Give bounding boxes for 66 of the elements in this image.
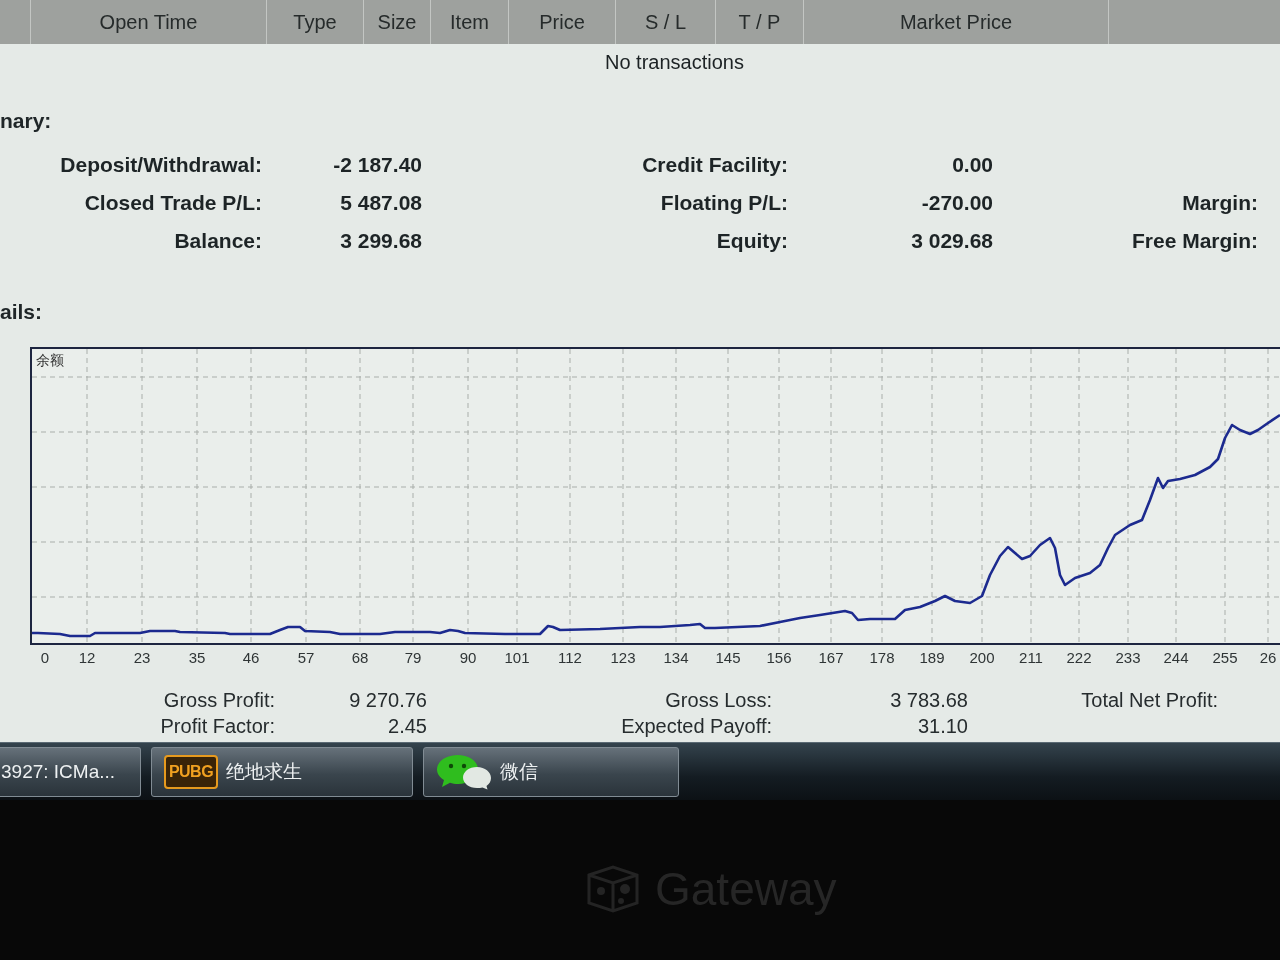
axis-label: 156 <box>766 649 792 666</box>
field-label: Expected Payoff: <box>621 714 772 738</box>
field-label: Balance: <box>174 229 262 253</box>
taskbar-button[interactable]: 微信 <box>423 746 679 797</box>
field-value: 2.45 <box>388 714 427 738</box>
column-header: Market Price <box>804 0 1109 44</box>
axis-label: 90 <box>459 649 477 666</box>
axis-label: 23 <box>133 649 151 666</box>
field-value: 0.00 <box>952 153 993 177</box>
field-value: -2 187.40 <box>333 153 422 177</box>
taskbar-button[interactable]: 3927: ICMa... <box>0 746 141 797</box>
axis-label: 167 <box>818 649 844 666</box>
field-value: -270.00 <box>921 191 993 215</box>
axis-label: 255 <box>1212 649 1238 666</box>
field-label: Deposit/Withdrawal: <box>60 153 262 177</box>
column-header: Size <box>364 0 431 44</box>
axis-label: 57 <box>297 649 315 666</box>
axis-label: 189 <box>919 649 945 666</box>
field-label: Gross Profit: <box>163 688 275 712</box>
field-value: 3 299.68 <box>340 229 422 253</box>
axis-label: 79 <box>404 649 422 666</box>
cube-logo-icon <box>585 865 641 913</box>
section-heading: nary: <box>0 109 52 133</box>
taskbar-button[interactable]: PUBG 绝地求生 <box>151 746 413 797</box>
field-label: Credit Facility: <box>642 153 788 177</box>
axis-label: 101 <box>504 649 530 666</box>
section-heading: ails: <box>0 300 43 324</box>
field-label: Floating P/L: <box>660 191 788 215</box>
field-label: Margin: <box>1182 191 1258 215</box>
axis-label: 244 <box>1163 649 1189 666</box>
axis-label: 134 <box>663 649 689 666</box>
column-header: Type <box>267 0 364 44</box>
field-value: 3 783.68 <box>890 688 968 712</box>
field-value: 9 270.76 <box>349 688 427 712</box>
axis-label: 68 <box>351 649 369 666</box>
chat-bubbles-icon <box>436 753 492 790</box>
axis-label: 233 <box>1115 649 1141 666</box>
axis-label: 0 <box>40 649 50 666</box>
field-label: Profit Factor: <box>160 714 275 738</box>
axis-label: 211 <box>1019 649 1043 666</box>
empty-message: No transactions <box>605 50 744 74</box>
chart-title: 余额 <box>36 352 64 370</box>
axis-label: 12 <box>78 649 96 666</box>
column-header: T / P <box>716 0 804 44</box>
axis-label: 112 <box>558 649 582 666</box>
field-label: Gross Loss: <box>665 688 772 712</box>
logo-tile-icon: PUBG <box>164 754 218 789</box>
field-label: Equity: <box>716 229 788 253</box>
axis-label: 200 <box>969 649 995 666</box>
field-label: Closed Trade P/L: <box>84 191 262 215</box>
axis-label: 222 <box>1066 649 1092 666</box>
field-value: 31.10 <box>917 714 968 738</box>
column-header: Price <box>509 0 616 44</box>
column-header: S / L <box>616 0 716 44</box>
field-value: 3 029.68 <box>911 229 993 253</box>
axis-label: 46 <box>242 649 260 666</box>
field-value: 5 487.08 <box>340 191 422 215</box>
axis-label: 145 <box>715 649 741 666</box>
column-header: Item <box>431 0 509 44</box>
field-label: Total Net Profit: <box>1081 688 1218 712</box>
axis-label: 26 <box>1259 649 1277 666</box>
column-header: Open Time <box>31 0 267 44</box>
axis-label: 123 <box>610 649 636 666</box>
axis-label: 35 <box>188 649 206 666</box>
field-label: Free Margin: <box>1131 229 1258 253</box>
axis-label: 178 <box>869 649 895 666</box>
